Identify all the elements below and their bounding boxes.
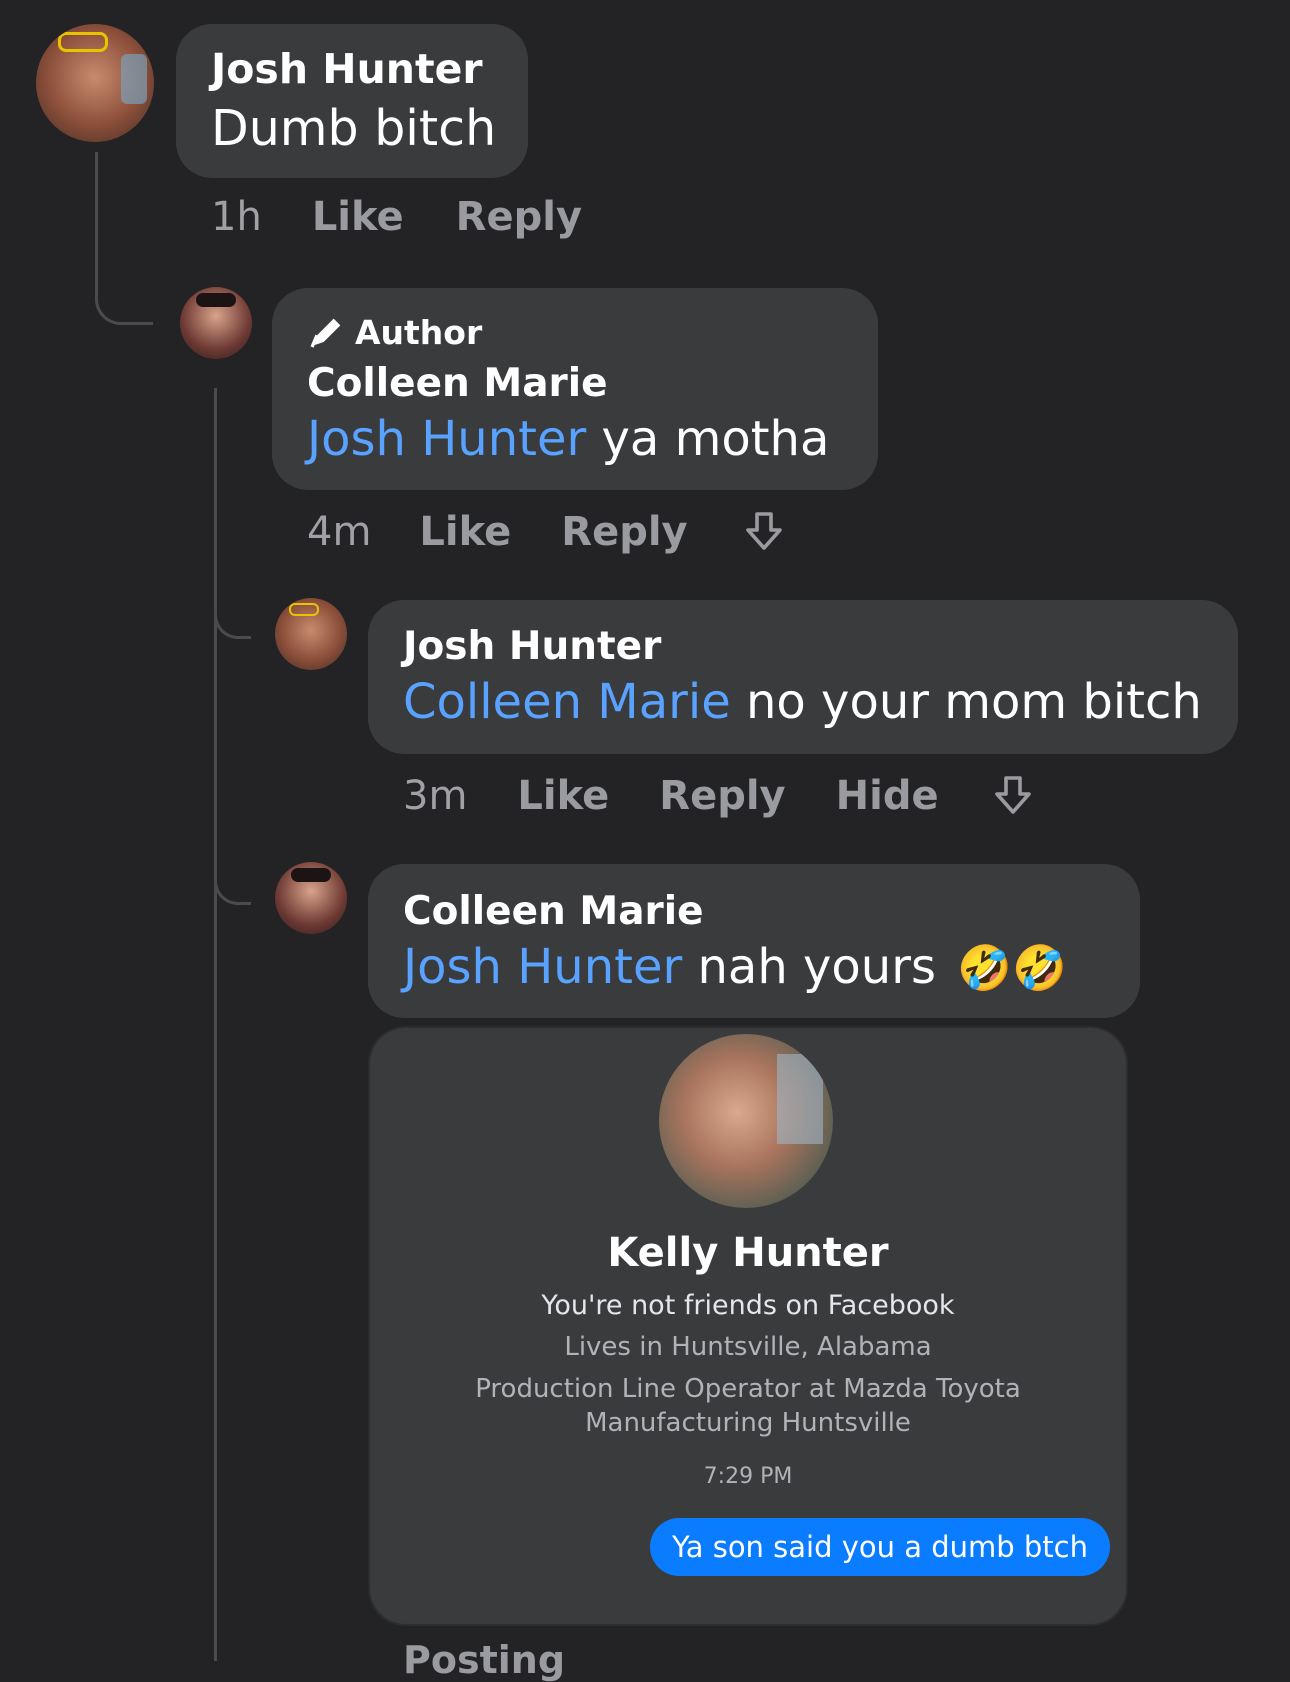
comment-body: no your mom bitch [746, 674, 1202, 730]
comment-text: Josh Hunter nah yours 🤣🤣 [403, 939, 1067, 995]
mention-link[interactable]: Colleen Marie [403, 674, 731, 730]
comment-actions: 4m Like Reply [307, 508, 788, 556]
comment-author[interactable]: Josh Hunter [403, 624, 661, 669]
arrow-down-icon[interactable] [989, 772, 1037, 820]
profile-name: Kelly Hunter [607, 1230, 889, 1276]
comment-time: 4m [307, 509, 372, 555]
comment-body: nah yours [697, 939, 936, 995]
avatar[interactable] [275, 862, 347, 934]
avatar[interactable] [180, 287, 252, 359]
avatar[interactable] [275, 598, 347, 670]
comment-time: 3m [403, 773, 468, 819]
comment-time: 1h [211, 194, 262, 240]
message-timestamp: 7:29 PM [703, 1464, 793, 1489]
thread-branch-2 [214, 836, 251, 905]
comment-author[interactable]: Colleen Marie [307, 361, 608, 406]
comment-text: Colleen Marie no your mom bitch [403, 674, 1202, 730]
mention-link[interactable]: Josh Hunter [403, 939, 682, 995]
comment-author[interactable]: Josh Hunter [211, 45, 483, 93]
hide-button[interactable]: Hide [836, 773, 939, 819]
mention-link[interactable]: Josh Hunter [307, 411, 586, 467]
like-button[interactable]: Like [517, 773, 609, 819]
work-info-line1: Production Line Operator at Mazda Toyota [475, 1374, 1021, 1404]
comment-text: Josh Hunter ya motha [307, 411, 829, 467]
reply-button[interactable]: Reply [456, 194, 582, 240]
comment-actions: 3m Like Reply Hide [403, 772, 1037, 820]
avatar[interactable] [36, 24, 154, 142]
profile-avatar [659, 1034, 833, 1208]
rofl-emoji: 🤣🤣 [957, 943, 1067, 994]
like-button[interactable]: Like [312, 194, 404, 240]
location-info: Lives in Huntsville, Alabama [564, 1332, 932, 1362]
thread-branch-1 [214, 570, 251, 639]
reply-button[interactable]: Reply [561, 509, 687, 555]
attachment-image[interactable]: Kelly Hunter You're not friends on Faceb… [368, 1026, 1128, 1626]
comment-body: ya motha [601, 411, 830, 467]
friend-status: You're not friends on Facebook [541, 1290, 955, 1321]
reply-button[interactable]: Reply [659, 773, 785, 819]
author-badge-label: Author [355, 312, 483, 352]
arrow-down-icon[interactable] [740, 508, 788, 556]
work-info-line2: Manufacturing Huntsville [585, 1408, 911, 1438]
like-button[interactable]: Like [419, 509, 511, 555]
author-badge: Author [307, 312, 482, 352]
sent-message-bubble: Ya son said you a dumb btch [650, 1518, 1110, 1576]
pen-icon [310, 318, 341, 348]
posting-status: Posting [403, 1638, 566, 1682]
comment-author[interactable]: Colleen Marie [403, 889, 704, 934]
comment-actions: 1h Like Reply [211, 194, 582, 240]
thread-line-1 [95, 152, 153, 325]
comment-text: Dumb bitch [211, 100, 497, 157]
